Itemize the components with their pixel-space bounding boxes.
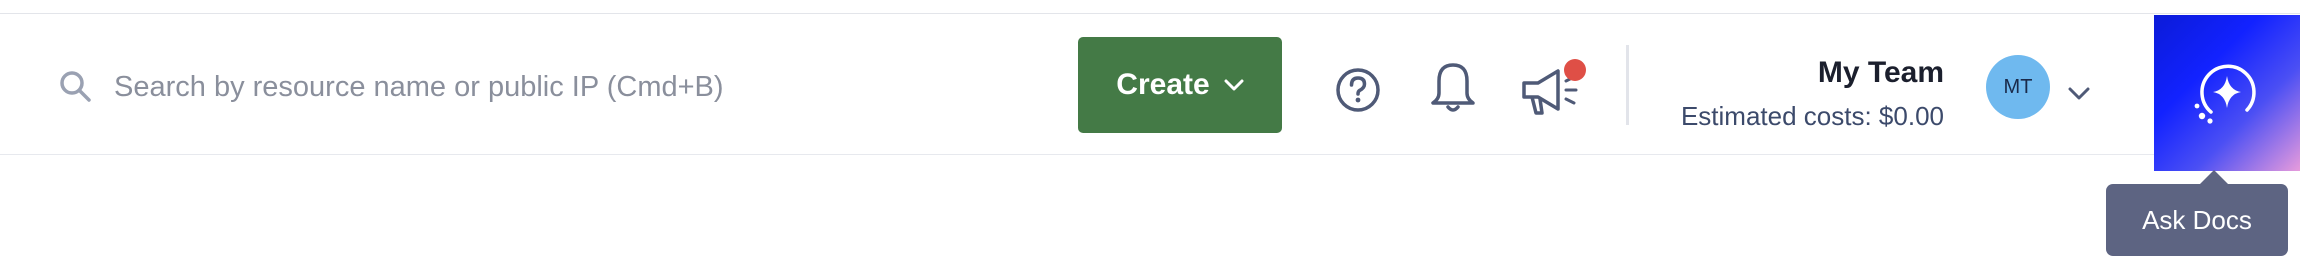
ask-docs-tooltip-text: Ask Docs [2142,204,2252,235]
chevron-down-icon [1224,79,1244,91]
search-bar[interactable] [56,59,1016,115]
create-button-label: Create [1116,68,1210,101]
ask-docs-tooltip: Ask Docs [2106,184,2288,256]
team-selector[interactable]: My Team Estimated costs: $0.00 [1640,55,1944,131]
create-button[interactable]: Create [1078,37,1282,133]
team-name: My Team [1817,56,1944,89]
search-input[interactable] [114,70,994,104]
bell-icon[interactable] [1428,59,1478,115]
ask-docs-button[interactable] [2154,15,2300,171]
top-header: Create My Team Estimated costs: $0.00 MT [0,15,2300,171]
avatar[interactable]: MT [1986,55,2050,119]
account-chevron-down-icon[interactable] [2068,87,2090,101]
search-icon [60,71,91,102]
top-strip [0,0,2300,14]
estimated-costs: Estimated costs: $0.00 [1680,101,1944,131]
tooltip-arrow [2200,170,2228,184]
announcement-badge [1564,59,1586,81]
help-circle-icon[interactable] [1333,65,1383,115]
header-divider [1626,45,1629,125]
sparkle-icon [2194,64,2256,124]
avatar-initials: MT [2003,75,2033,98]
